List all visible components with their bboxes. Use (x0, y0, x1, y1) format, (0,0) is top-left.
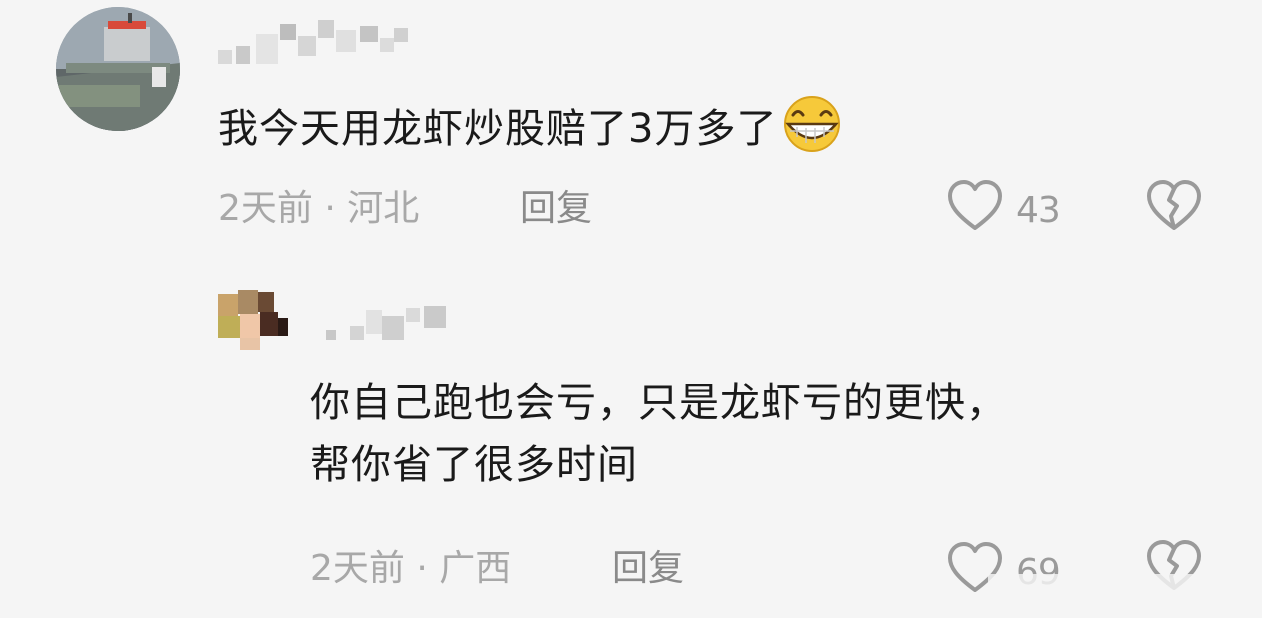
reply-comment-text: 你自己跑也会亏，只是龙虾亏的更快， 帮你省了很多时间 (310, 372, 1190, 496)
comment-meta: 2天前 · 河北 (218, 184, 419, 234)
reply-avatar[interactable] (216, 288, 290, 352)
reply-text-line1: 你自己跑也会亏，只是龙虾亏的更快， (310, 380, 1007, 426)
comment-text: 我今天用龙虾炒股赔了3万多了 (218, 96, 845, 159)
reply-meta: 2天前 · 广西 (310, 544, 511, 594)
username-blurred (218, 16, 418, 66)
like-button[interactable]: 43 (946, 178, 1061, 243)
dislike-button[interactable] (1144, 178, 1204, 238)
reply-button[interactable]: 回复 (520, 184, 592, 234)
avatar[interactable] (56, 7, 180, 131)
reply-username-blurred (322, 296, 462, 346)
comment-location: 河北 (347, 188, 420, 229)
like-count: 43 (1016, 190, 1061, 231)
grin-emoji-icon (779, 96, 845, 152)
reply-text-line2: 帮你省了很多时间 (310, 442, 638, 488)
comment-time: 2天前 (218, 188, 313, 229)
avatar-image (56, 7, 180, 131)
broken-heart-icon (1144, 180, 1204, 238)
reply-time: 2天前 (310, 548, 405, 589)
reply-reply-button[interactable]: 回复 (612, 544, 684, 594)
meta-separator: · (324, 188, 336, 229)
meta-separator: · (416, 548, 428, 589)
heart-outline-icon (946, 178, 1004, 243)
comment-text-content: 我今天用龙虾炒股赔了3万多了 (218, 106, 778, 152)
watermark-overlay (988, 574, 1250, 614)
reply-location: 广西 (439, 548, 512, 589)
